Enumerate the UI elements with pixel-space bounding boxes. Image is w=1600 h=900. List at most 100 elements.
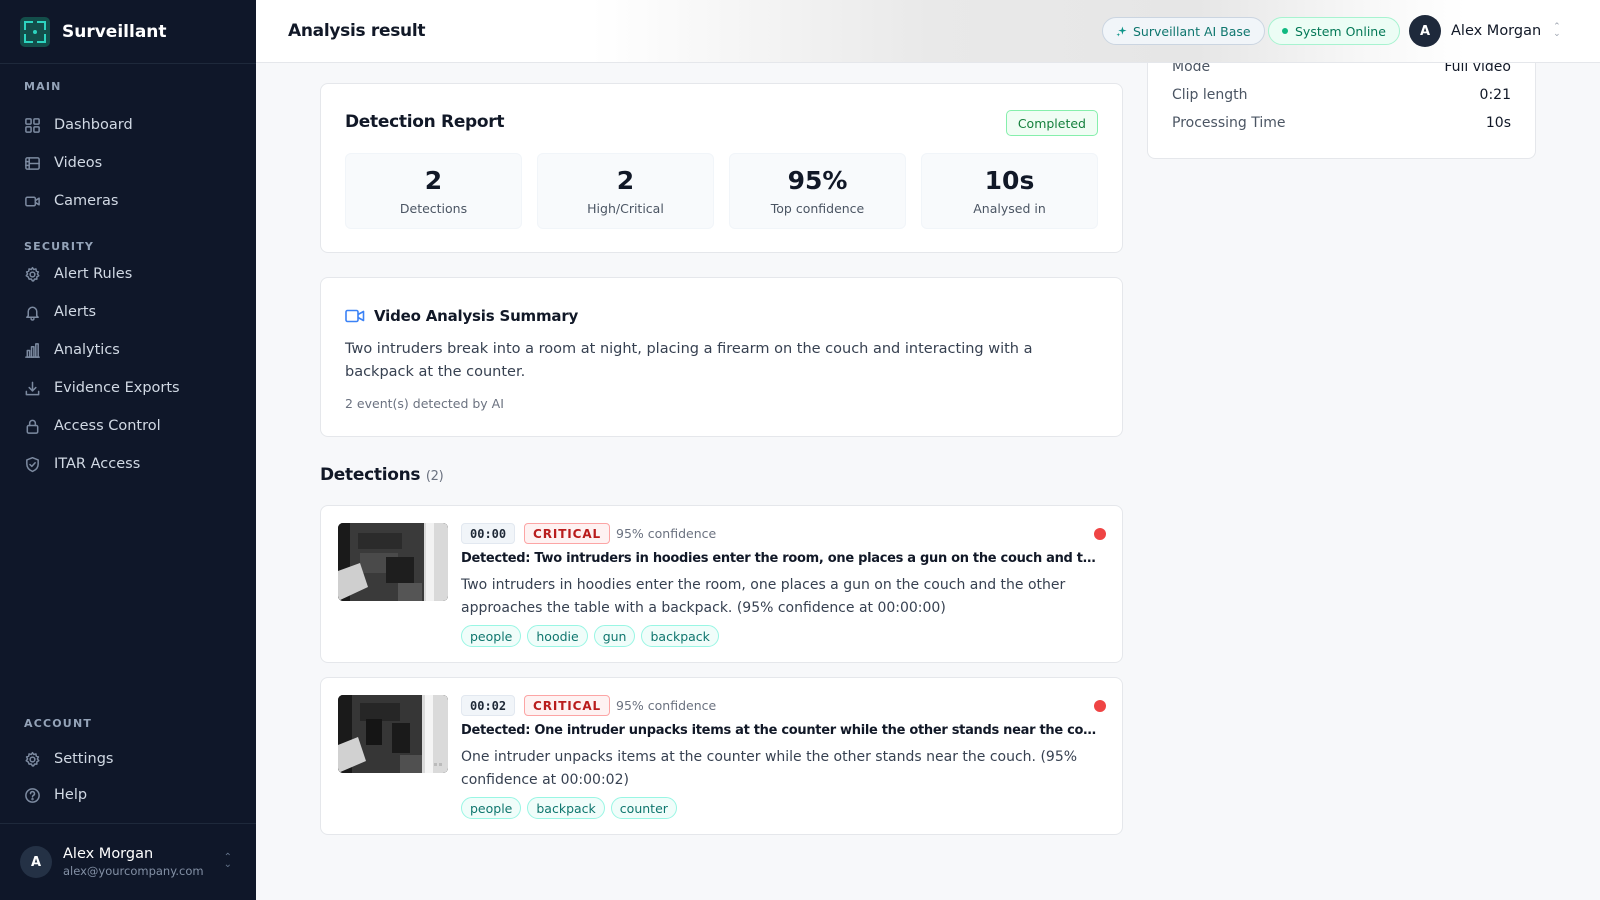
summary-title: Video Analysis Summary: [374, 307, 579, 325]
severity-badge: CRITICAL: [524, 523, 611, 544]
avatar: A: [1409, 15, 1441, 47]
detection-item[interactable]: 00:02 CRITICAL 95% confidence Detected: …: [320, 677, 1123, 835]
detections-count: (2): [425, 469, 444, 484]
sidebar-item-label: Videos: [54, 155, 103, 171]
stat-label: High/Critical: [587, 201, 664, 216]
sidebar-item-videos[interactable]: Videos: [0, 144, 256, 182]
system-status-label: System Online: [1295, 23, 1386, 39]
sidebar-item-label: Alerts: [54, 304, 97, 320]
camera-icon: [25, 195, 40, 207]
detection-thumbnail[interactable]: [338, 523, 448, 601]
sidebar: Surveillant MAIN Dashboard Videos Camera…: [0, 0, 256, 900]
sidebar-item-alert-rules[interactable]: Alert Rules: [0, 255, 256, 293]
sidebar-item-label: Dashboard: [54, 117, 133, 133]
detection-item[interactable]: 00:00 CRITICAL 95% confidence Detected: …: [320, 505, 1123, 663]
stat-label: Analysed in: [973, 201, 1046, 216]
header-user-name: Alex Morgan: [1451, 23, 1542, 39]
detection-thumbnail[interactable]: [338, 695, 448, 773]
tag: gun: [593, 625, 636, 647]
nav-section-security: SECURITY: [24, 240, 95, 253]
ai-model-label: Surveillant AI Base: [1133, 23, 1251, 39]
sidebar-item-itar-access[interactable]: ITAR Access: [0, 445, 256, 483]
brand-logo-icon: [20, 16, 50, 47]
clip-info-value: 10s: [1485, 115, 1511, 131]
sidebar-item-alerts[interactable]: Alerts: [0, 293, 256, 331]
gear-icon: [25, 751, 40, 767]
summary-meta: 2 event(s) detected by AI: [345, 396, 504, 411]
tag: people: [461, 625, 522, 647]
clip-info-key: Clip length: [1172, 87, 1248, 103]
tag: backpack: [527, 797, 605, 819]
video-summary-card: Video Analysis Summary Two intruders bre…: [320, 277, 1123, 437]
page-title: Analysis result: [288, 21, 426, 41]
avatar: A: [20, 846, 52, 878]
detections-heading: Detections (2): [320, 465, 444, 485]
sidebar-item-label: Settings: [54, 751, 114, 767]
detection-confidence: 95% confidence: [616, 526, 717, 541]
tag: people: [461, 797, 522, 819]
detection-timestamp[interactable]: 00:00: [461, 523, 516, 544]
sidebar-user-email: alex@yourcompany.com: [63, 864, 204, 878]
sidebar-item-label: Analytics: [54, 342, 120, 358]
stat-detections: 2 Detections: [345, 153, 522, 229]
stat-value: 2: [616, 166, 635, 195]
sidebar-item-label: Cameras: [54, 193, 119, 209]
detection-headline: Detected: Two intruders in hoodies enter…: [461, 551, 1101, 566]
sparkle-icon: [1116, 25, 1127, 37]
chevron-up-down-icon: ⌃ ⌄: [223, 852, 232, 870]
shield-check-icon: [26, 456, 39, 472]
stat-analysed-in: 10s Analysed in: [921, 153, 1098, 229]
tag: counter: [610, 797, 677, 819]
help-circle-icon: [25, 787, 40, 803]
download-icon: [25, 381, 40, 395]
clip-info-value: 0:21: [1479, 87, 1511, 103]
detection-description: One intruder unpacks items at the counte…: [461, 749, 1078, 788]
stat-value: 95%: [787, 166, 848, 195]
nav-section-main: MAIN: [24, 80, 62, 93]
gear-icon: [25, 266, 40, 282]
clip-info-row: Clip length 0:21: [1172, 87, 1511, 103]
clip-info-key: Processing Time: [1172, 115, 1286, 131]
header-user-menu[interactable]: A Alex Morgan ⌃ ⌄: [1409, 15, 1561, 47]
tag: backpack: [641, 625, 719, 647]
sidebar-item-access-control[interactable]: Access Control: [0, 407, 256, 445]
sidebar-item-label: Alert Rules: [54, 266, 133, 282]
tag: hoodie: [527, 625, 588, 647]
sidebar-user-name: Alex Morgan: [63, 846, 154, 862]
sidebar-item-help[interactable]: Help: [0, 777, 256, 813]
stat-value: 10s: [984, 166, 1035, 195]
sidebar-item-label: Help: [54, 787, 88, 803]
sidebar-item-label: Access Control: [54, 418, 161, 434]
detection-tags: people backpack counter: [461, 797, 683, 819]
bell-icon: [26, 306, 39, 321]
sidebar-item-settings[interactable]: Settings: [0, 741, 256, 777]
clip-info-row: Processing Time 10s: [1172, 115, 1511, 131]
dashboard-icon: [25, 117, 40, 133]
chevron-up-down-icon: ⌃ ⌄: [1553, 22, 1561, 39]
detection-confidence: 95% confidence: [616, 698, 717, 713]
severity-badge: CRITICAL: [524, 695, 611, 716]
stat-value: 2: [424, 166, 443, 195]
sidebar-item-label: Evidence Exports: [54, 380, 180, 396]
nav-section-account: ACCOUNT: [24, 717, 93, 730]
status-dot-icon: [1282, 28, 1288, 34]
sidebar-item-cameras[interactable]: Cameras: [0, 182, 256, 220]
detection-headline: Detected: One intruder unpacks items at …: [461, 723, 1101, 738]
system-status-badge: System Online: [1268, 17, 1400, 45]
stat-top-confidence: 95% Top confidence: [729, 153, 906, 229]
brand[interactable]: Surveillant: [0, 0, 256, 64]
stat-label: Detections: [399, 201, 468, 216]
alert-status-dot: [1094, 700, 1106, 712]
status-badge: Completed: [1005, 110, 1098, 136]
ai-model-badge[interactable]: Surveillant AI Base: [1102, 17, 1265, 45]
detections-title: Detections: [320, 465, 421, 485]
sidebar-item-analytics[interactable]: Analytics: [0, 331, 256, 369]
detection-report-card: Detection Report Completed 2 Detections …: [320, 83, 1123, 253]
sidebar-user-menu[interactable]: A Alex Morgan alex@yourcompany.com ⌃ ⌄: [0, 823, 256, 900]
sidebar-item-dashboard[interactable]: Dashboard: [0, 106, 256, 144]
stat-label: Top confidence: [770, 201, 865, 216]
detection-timestamp[interactable]: 00:02: [461, 695, 516, 716]
alert-status-dot: [1094, 528, 1106, 540]
sidebar-item-evidence-exports[interactable]: Evidence Exports: [0, 369, 256, 407]
summary-text: Two intruders break into a room at night…: [345, 341, 1033, 380]
